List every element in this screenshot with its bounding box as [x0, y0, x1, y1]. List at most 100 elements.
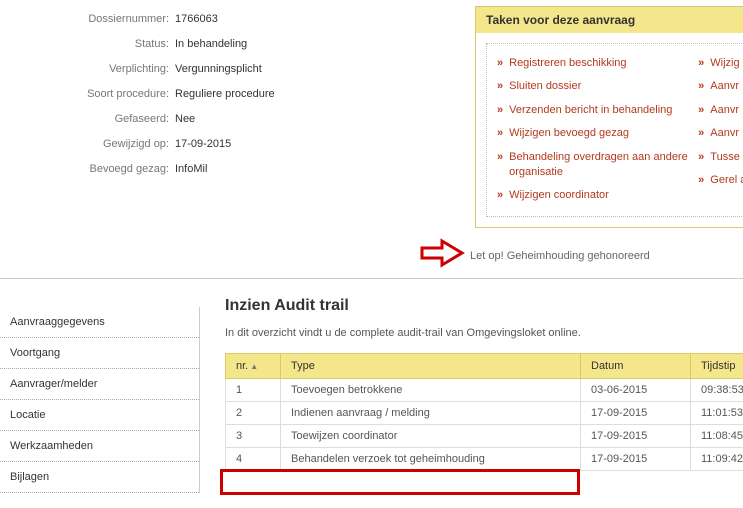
field-bevoegd-gezag: Bevoegd gezag: InfoMil: [0, 156, 360, 181]
field-value: Reguliere procedure: [175, 88, 275, 100]
cell-datum: 17-09-2015: [581, 425, 691, 448]
sidebar-item-aanvrager-melder[interactable]: Aanvrager/melder: [0, 369, 199, 400]
field-label: Gefaseerd:: [0, 113, 175, 125]
arrow-right-icon: [418, 238, 466, 268]
page-title: Inzien Audit trail: [225, 297, 743, 315]
table-row[interactable]: 2 Indienen aanvraag / melding 17-09-2015…: [226, 402, 743, 425]
chevron-icon: »: [698, 150, 704, 165]
field-soort-procedure: Soort procedure: Reguliere procedure: [0, 81, 360, 106]
task-link-registreren[interactable]: »Registreren beschikking: [497, 56, 698, 71]
page-subtitle: In dit overzicht vindt u de complete aud…: [225, 327, 743, 339]
field-value: Vergunningsplicht: [175, 63, 262, 75]
task-link-right[interactable]: » Aanvr: [698, 126, 743, 141]
table-row[interactable]: 3 Toewijzen coordinator 17-09-2015 11:08…: [226, 425, 743, 448]
col-datum[interactable]: Datum: [581, 354, 691, 379]
field-value: 1766063: [175, 13, 218, 25]
field-label: Gewijzigd op:: [0, 138, 175, 150]
task-link-wijzigen-gezag[interactable]: » Wijzigen bevoegd gezag: [497, 126, 698, 141]
tasks-col-right: »Wijzig »Aanvr »Aanvr »Aanvr »Tusse arch…: [698, 52, 743, 208]
task-label: Sluiten dossier: [509, 79, 581, 94]
cell-type: Toevoegen betrokkene: [281, 379, 581, 402]
cell-type: Behandelen verzoek tot geheimhouding: [281, 448, 581, 471]
chevron-icon: »: [698, 79, 704, 94]
field-label: Bevoegd gezag:: [0, 163, 175, 175]
highlight-box: [220, 469, 580, 495]
field-gefaseerd: Gefaseerd: Nee: [0, 106, 360, 131]
col-nr[interactable]: nr.▲: [226, 354, 281, 379]
chevron-icon: »: [497, 56, 503, 71]
task-link-wijzigen-coordinator[interactable]: » Wijzigen coordinator: [497, 188, 698, 203]
chevron-icon: »: [497, 150, 503, 165]
sidebar: Aanvraaggegevens Voortgang Aanvrager/mel…: [0, 307, 200, 493]
task-label: Behandeling overdragen aan andere organi…: [509, 150, 698, 181]
table-row[interactable]: 1 Toevoegen betrokkene 03-06-2015 09:38:…: [226, 379, 743, 402]
field-status: Status: In behandeling: [0, 31, 360, 56]
chevron-icon: »: [698, 56, 704, 71]
cell-nr: 3: [226, 425, 281, 448]
task-link-verzenden[interactable]: » Verzenden bericht in behandeling: [497, 103, 698, 118]
chevron-icon: »: [497, 126, 503, 141]
col-type[interactable]: Type: [281, 354, 581, 379]
main-content: Inzien Audit trail In dit overzicht vind…: [225, 297, 743, 471]
tasks-title: Taken voor deze aanvraag: [476, 7, 743, 33]
cell-datum: 17-09-2015: [581, 448, 691, 471]
cell-tijd: 11:08:45: [691, 425, 743, 448]
cell-type: Toewijzen coordinator: [281, 425, 581, 448]
chevron-icon: »: [497, 103, 503, 118]
task-link-sluiten[interactable]: » Sluiten dossier: [497, 79, 698, 94]
task-label: Aanvr: [710, 126, 739, 141]
field-label: Dossiernummer:: [0, 13, 175, 25]
field-value: InfoMil: [175, 163, 207, 175]
cell-tijd: 09:38:53: [691, 379, 743, 402]
field-dossiernummer: Dossiernummer: 1766063: [0, 6, 360, 31]
task-label: Gerel aanvr: [710, 173, 743, 188]
task-link-overdragen[interactable]: » Behandeling overdragen aan andere organ…: [497, 150, 698, 181]
chevron-icon: »: [497, 79, 503, 94]
sidebar-item-voortgang[interactable]: Voortgang: [0, 338, 199, 369]
task-link-right[interactable]: » Gerel aanvr: [698, 173, 743, 188]
sidebar-item-aanvraaggegevens[interactable]: Aanvraaggegevens: [0, 307, 199, 338]
cell-datum: 17-09-2015: [581, 402, 691, 425]
audit-table: nr.▲ Type Datum Tijdstip 1 Toevoegen bet…: [225, 353, 743, 471]
sidebar-item-werkzaamheden[interactable]: Werkzaamheden: [0, 431, 199, 462]
cell-tijd: 11:01:53: [691, 402, 743, 425]
task-label: Wijzigen bevoegd gezag: [509, 126, 629, 141]
field-label: Verplichting:: [0, 63, 175, 75]
task-label: Wijzigen coordinator: [509, 188, 609, 203]
col-label: Type: [291, 360, 315, 372]
chevron-icon: »: [698, 126, 704, 141]
field-value: Nee: [175, 113, 195, 125]
details-fields: Dossiernummer: 1766063 Status: In behand…: [0, 6, 360, 181]
task-label: Wijzig: [710, 56, 739, 71]
field-value: In behandeling: [175, 38, 247, 50]
table-header-row: nr.▲ Type Datum Tijdstip: [226, 354, 743, 379]
task-label: Verzenden bericht in behandeling: [509, 103, 672, 118]
col-label: Datum: [591, 360, 623, 372]
col-tijdstip[interactable]: Tijdstip: [691, 354, 743, 379]
chevron-icon: »: [698, 173, 704, 188]
task-link-right[interactable]: » Wijzig: [698, 56, 743, 71]
secrecy-notice: Let op! Geheimhouding gehonoreerd: [470, 250, 650, 262]
task-link-right[interactable]: » Tusse archie: [698, 150, 743, 165]
table-row[interactable]: 4 Behandelen verzoek tot geheimhouding 1…: [226, 448, 743, 471]
task-link-right[interactable]: » Aanvr: [698, 103, 743, 118]
chevron-icon: »: [497, 188, 503, 203]
cell-type: Indienen aanvraag / melding: [281, 402, 581, 425]
task-label: Aanvr: [710, 103, 739, 118]
field-verplichting: Verplichting: Vergunningsplicht: [0, 56, 360, 81]
cell-nr: 4: [226, 448, 281, 471]
task-link-right[interactable]: »Aanvr: [698, 79, 743, 94]
task-label: Tusse archie: [710, 150, 743, 165]
field-label: Soort procedure:: [0, 88, 175, 100]
sort-asc-icon: ▲: [250, 362, 258, 371]
cell-nr: 2: [226, 402, 281, 425]
field-gewijzigd-op: Gewijzigd op: 17-09-2015: [0, 131, 360, 156]
col-label: Tijdstip: [701, 360, 735, 372]
cell-nr: 1: [226, 379, 281, 402]
sidebar-item-bijlagen[interactable]: Bijlagen: [0, 462, 199, 493]
tasks-col-left: »Registreren beschikking » Sluiten dossie…: [497, 52, 698, 208]
cell-datum: 03-06-2015: [581, 379, 691, 402]
chevron-icon: »: [698, 103, 704, 118]
tasks-panel: Taken voor deze aanvraag »Registreren be…: [475, 6, 743, 228]
sidebar-item-locatie[interactable]: Locatie: [0, 400, 199, 431]
